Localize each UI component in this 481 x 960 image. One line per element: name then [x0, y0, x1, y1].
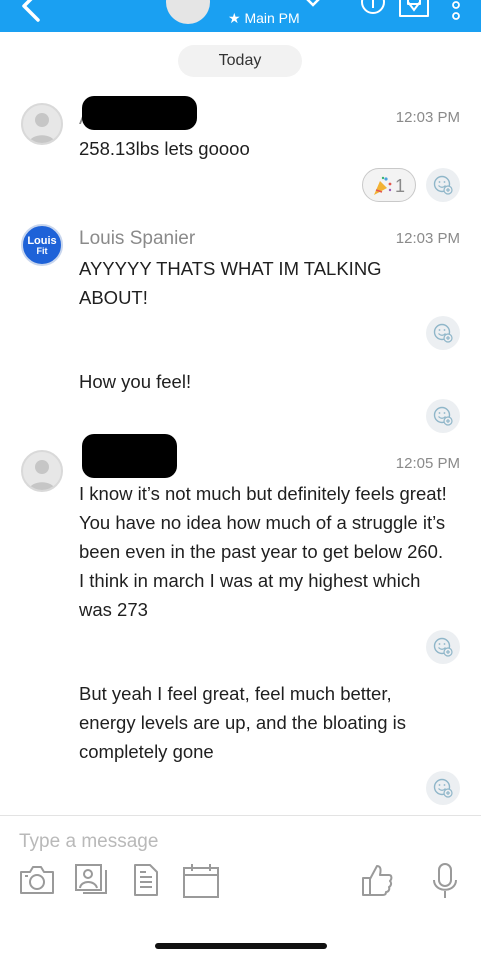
add-reaction-button[interactable]	[426, 168, 460, 202]
message-time: 12:03 PM	[395, 230, 460, 247]
add-reaction-icon	[433, 406, 453, 426]
add-reaction-icon	[433, 637, 453, 657]
add-reaction-button[interactable]	[426, 630, 460, 664]
composer-divider	[0, 815, 481, 816]
party-popper-icon	[374, 176, 392, 195]
message-text: How you feel!	[79, 371, 192, 392]
camera-icon[interactable]	[18, 862, 56, 896]
message-text: But yeah I feel great, feel much better,…	[79, 683, 407, 762]
add-reaction-button[interactable]	[426, 399, 460, 433]
photo-gallery-icon[interactable]	[73, 862, 109, 896]
message-text: 258.13lbs lets goooo	[79, 138, 250, 159]
add-reaction-icon	[433, 175, 453, 195]
reaction-chip[interactable]: 1	[362, 168, 416, 202]
redaction-mark	[82, 434, 177, 478]
message-input[interactable]: Type a message	[19, 831, 319, 853]
avatar[interactable]: Louis Fit	[21, 224, 63, 266]
calendar-icon[interactable]	[181, 862, 221, 900]
add-reaction-button[interactable]	[426, 771, 460, 805]
redaction-mark	[82, 96, 197, 130]
add-reaction-icon	[433, 323, 453, 343]
info-icon[interactable]	[360, 0, 386, 18]
sender-name: Louis Spanier	[79, 228, 196, 249]
reaction-count: 1	[395, 176, 406, 196]
chevron-down-icon[interactable]	[302, 0, 324, 10]
home-indicator	[155, 943, 327, 949]
person-icon	[28, 460, 56, 490]
person-icon	[28, 113, 56, 143]
chat-header: ★ Main PM	[0, 0, 481, 32]
add-reaction-button[interactable]	[426, 316, 460, 350]
microphone-icon[interactable]	[430, 862, 460, 900]
message-text: I know it’s not much but definitely feel…	[79, 483, 447, 620]
inbox-icon[interactable]	[396, 0, 432, 20]
more-icon[interactable]	[448, 0, 464, 24]
message-time: 12:03 PM	[395, 109, 460, 126]
header-avatar[interactable]	[166, 0, 210, 24]
message-text: AYYYYY THATS WHAT IM TALKING ABOUT!	[79, 258, 382, 308]
thumbs-up-icon[interactable]	[360, 862, 394, 898]
header-subtitle[interactable]: ★ Main PM	[228, 10, 300, 27]
date-separator: Today	[178, 45, 302, 77]
avatar[interactable]	[21, 450, 63, 492]
avatar[interactable]	[21, 103, 63, 145]
add-reaction-icon	[433, 778, 453, 798]
message-time: 12:05 PM	[395, 455, 460, 472]
document-icon[interactable]	[130, 862, 162, 898]
avatar-logo-subtext: Fit	[36, 246, 48, 256]
back-icon[interactable]	[14, 0, 48, 28]
